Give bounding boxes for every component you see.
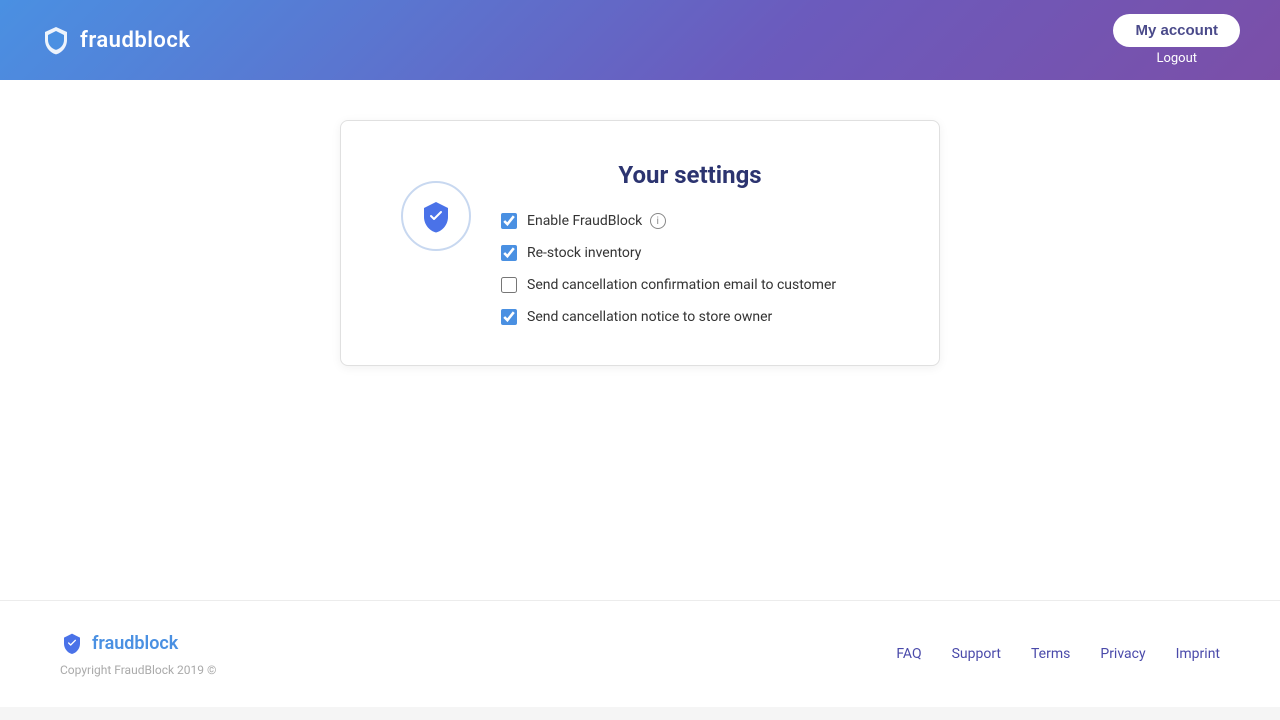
checkbox-item-restock: Re-stock inventory	[501, 245, 879, 261]
header-logo-text: fraudblock	[80, 28, 190, 53]
header-logo: fraudblock	[40, 24, 190, 56]
send-cancellation-notice-checkbox[interactable]	[501, 309, 517, 325]
enable-fraudblock-label: Enable FraudBlock i	[527, 213, 666, 229]
send-cancellation-notice-label: Send cancellation notice to store owner	[527, 309, 772, 325]
restock-inventory-checkbox[interactable]	[501, 245, 517, 261]
shield-logo-icon	[40, 24, 72, 56]
header: fraudblock My account Logout	[0, 0, 1280, 80]
main-content: Your settings Enable FraudBlock i Re-sto…	[0, 80, 1280, 600]
footer-logo: fraudblock	[60, 631, 216, 655]
shield-circle	[401, 181, 471, 251]
send-cancellation-email-checkbox[interactable]	[501, 277, 517, 293]
footer-copyright: Copyright FraudBlock 2019 ©	[60, 663, 216, 677]
logout-link[interactable]: Logout	[1156, 51, 1197, 66]
restock-inventory-label: Re-stock inventory	[527, 245, 641, 261]
footer-link-faq[interactable]: FAQ	[896, 646, 921, 662]
checkbox-item-enable-fraudblock: Enable FraudBlock i	[501, 213, 879, 229]
footer-link-privacy[interactable]: Privacy	[1100, 646, 1145, 662]
footer-link-support[interactable]: Support	[952, 646, 1001, 662]
settings-title: Your settings	[501, 161, 879, 189]
header-right: My account Logout	[1113, 14, 1240, 66]
enable-fraudblock-checkbox[interactable]	[501, 213, 517, 229]
checkbox-item-cancellation-email: Send cancellation confirmation email to …	[501, 277, 879, 293]
checkbox-group: Enable FraudBlock i Re-stock inventory S…	[501, 213, 879, 325]
footer-logo-text: fraudblock	[92, 633, 178, 654]
footer: fraudblock Copyright FraudBlock 2019 © F…	[0, 600, 1280, 707]
footer-link-terms[interactable]: Terms	[1031, 646, 1070, 662]
send-cancellation-email-label: Send cancellation confirmation email to …	[527, 277, 836, 293]
shield-icon	[418, 198, 454, 234]
my-account-button[interactable]: My account	[1113, 14, 1240, 47]
settings-card: Your settings Enable FraudBlock i Re-sto…	[340, 120, 940, 366]
footer-link-imprint[interactable]: Imprint	[1176, 646, 1220, 662]
checkbox-item-cancellation-notice: Send cancellation notice to store owner	[501, 309, 879, 325]
settings-body: Your settings Enable FraudBlock i Re-sto…	[501, 161, 879, 325]
footer-left: fraudblock Copyright FraudBlock 2019 ©	[60, 631, 216, 677]
info-icon[interactable]: i	[650, 213, 666, 229]
footer-links: FAQ Support Terms Privacy Imprint	[896, 646, 1220, 662]
footer-shield-icon	[60, 631, 84, 655]
